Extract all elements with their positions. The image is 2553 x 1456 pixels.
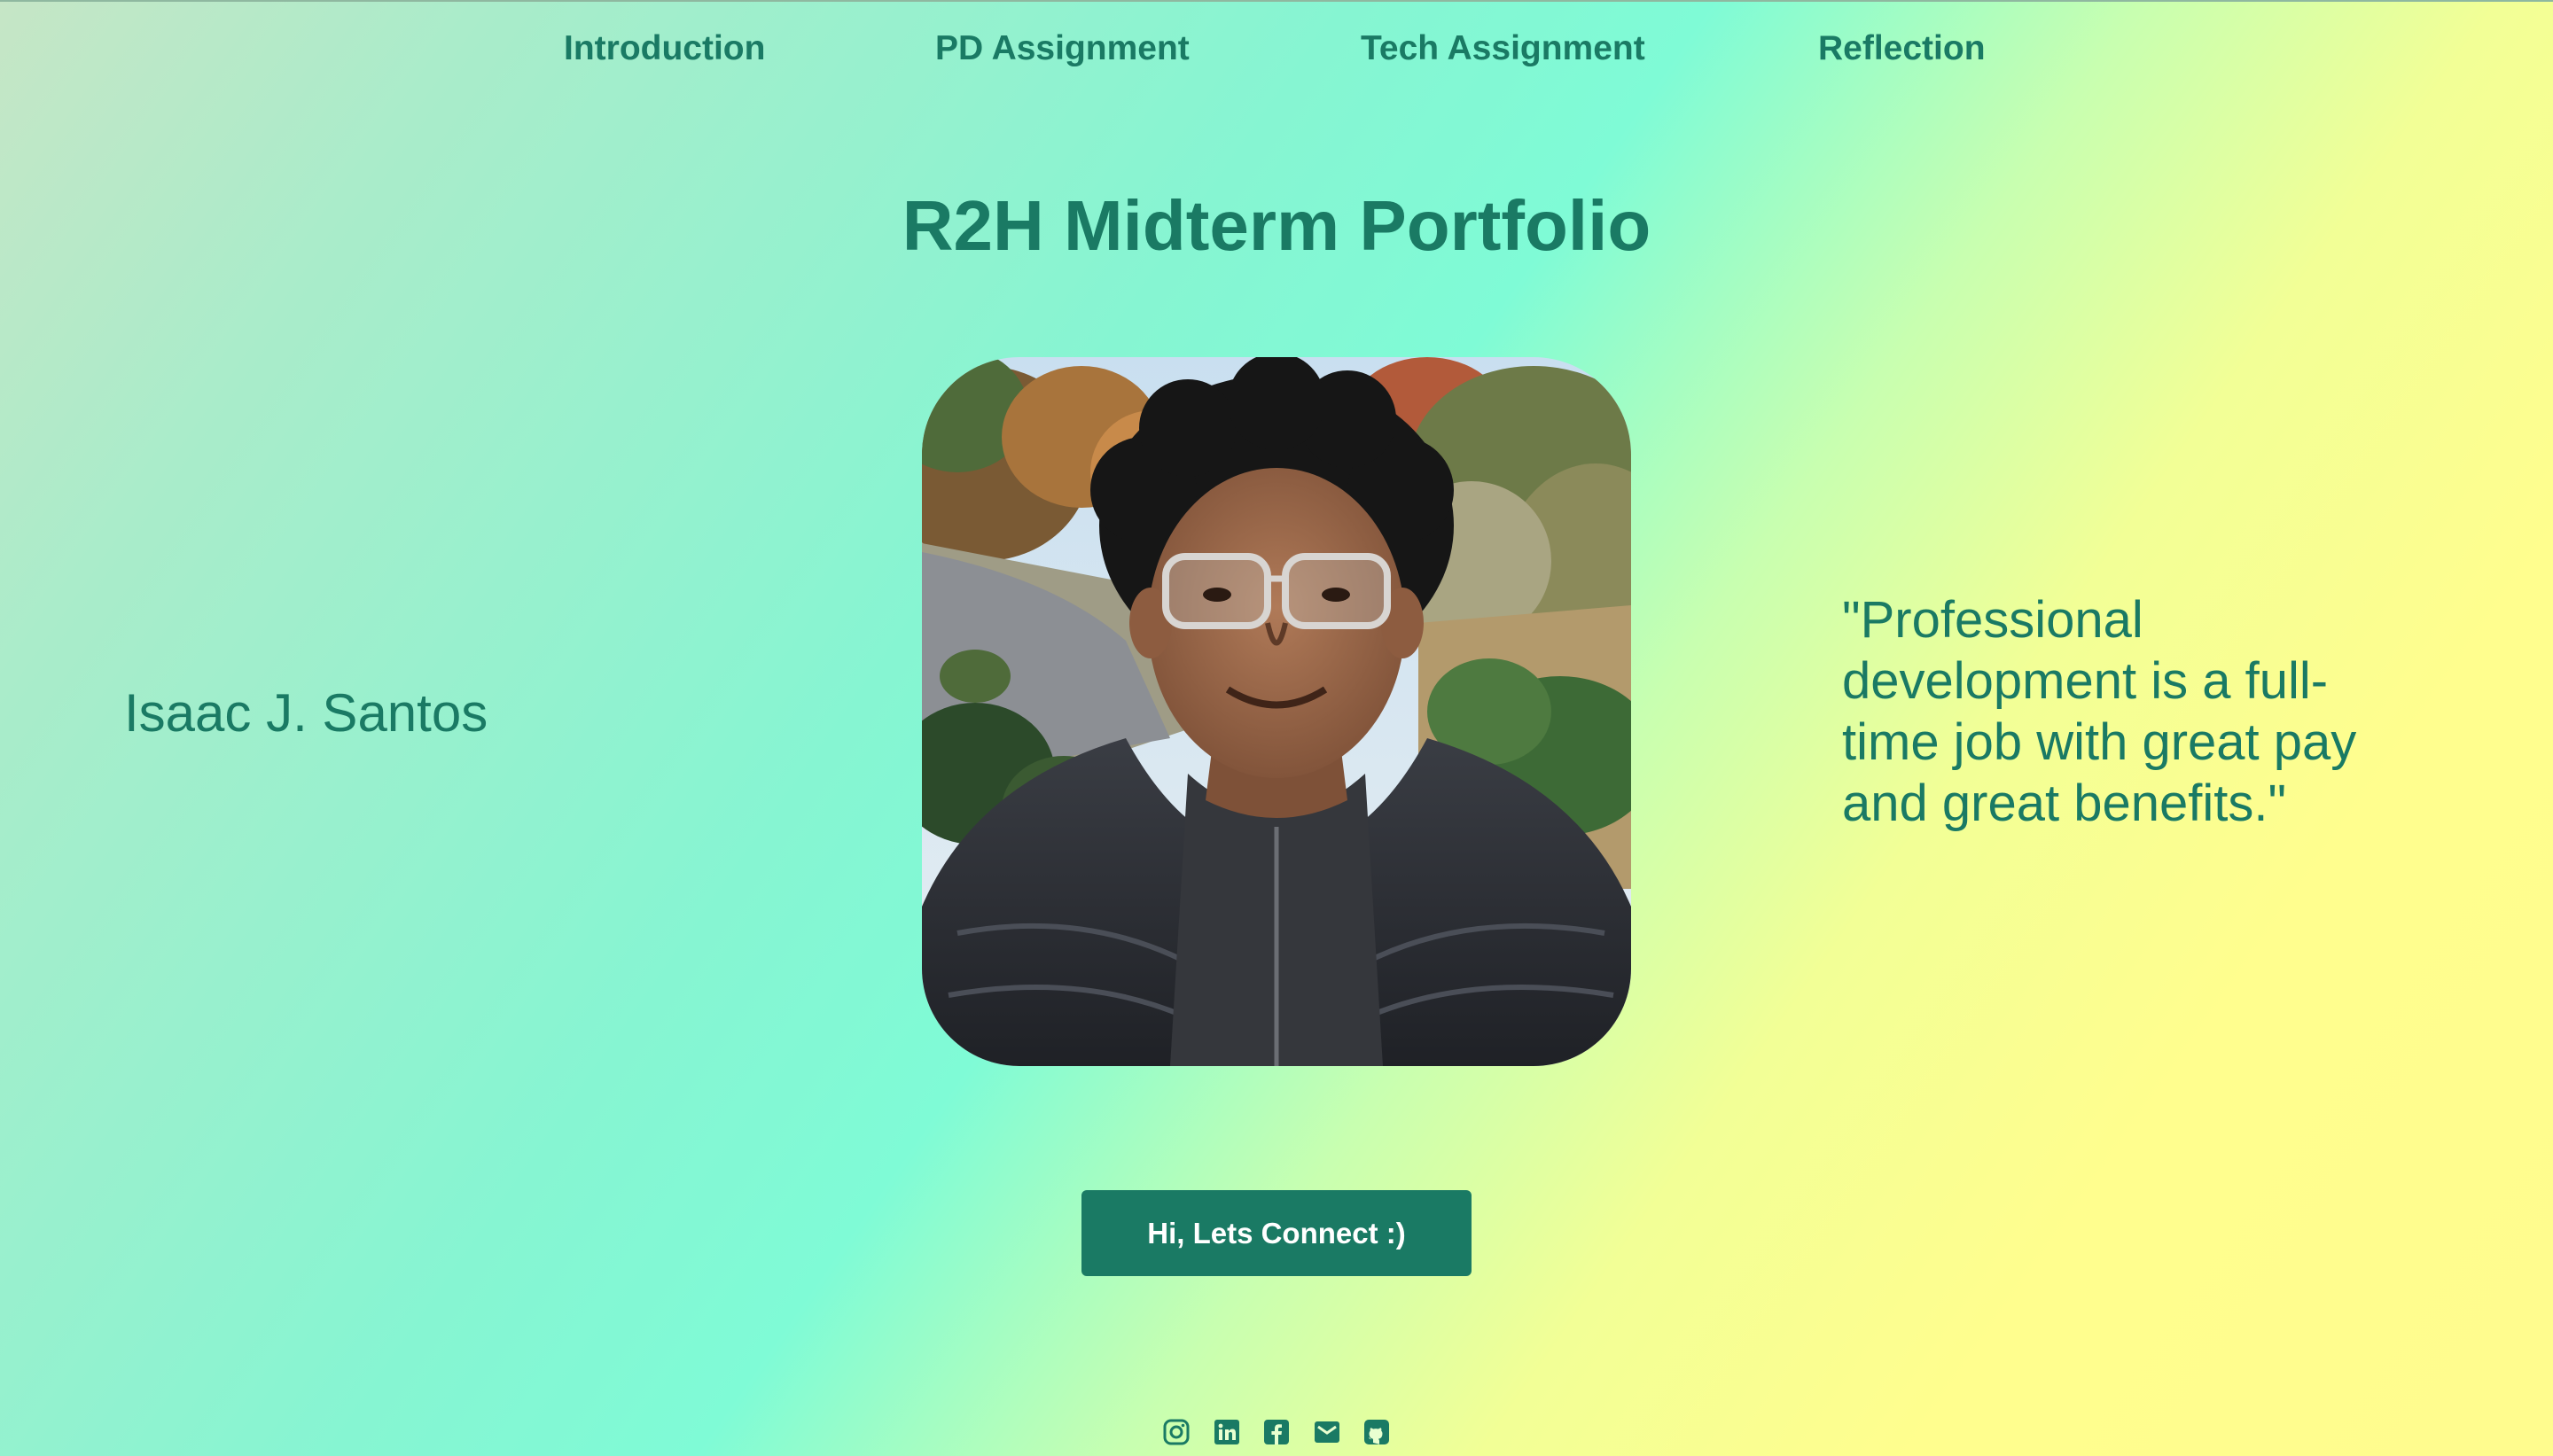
nav-link-pd-assignment[interactable]: PD Assignment [935,27,1190,71]
nav-link-tech-assignment[interactable]: Tech Assignment [1361,27,1645,71]
social-links [0,1418,2553,1450]
github-icon[interactable] [1362,1418,1391,1446]
top-border [0,0,2553,2]
nav-link-introduction[interactable]: Introduction [564,27,765,71]
quote-text: "Professional development is a full-time… [1842,591,2357,832]
lets-connect-button[interactable]: Hi, Lets Connect :) [1081,1190,1472,1276]
linkedin-icon[interactable] [1213,1418,1241,1446]
instagram-icon[interactable] [1162,1418,1191,1446]
facebook-icon[interactable] [1262,1418,1291,1446]
person-name: Isaac J. Santos [124,683,488,743]
page-title: R2H Midterm Portfolio [902,186,1651,265]
profile-photo [922,357,1631,1066]
email-icon[interactable] [1313,1418,1341,1446]
nav-link-reflection[interactable]: Reflection [1818,27,1986,71]
top-nav: Introduction PD Assignment Tech Assignme… [0,27,2553,71]
